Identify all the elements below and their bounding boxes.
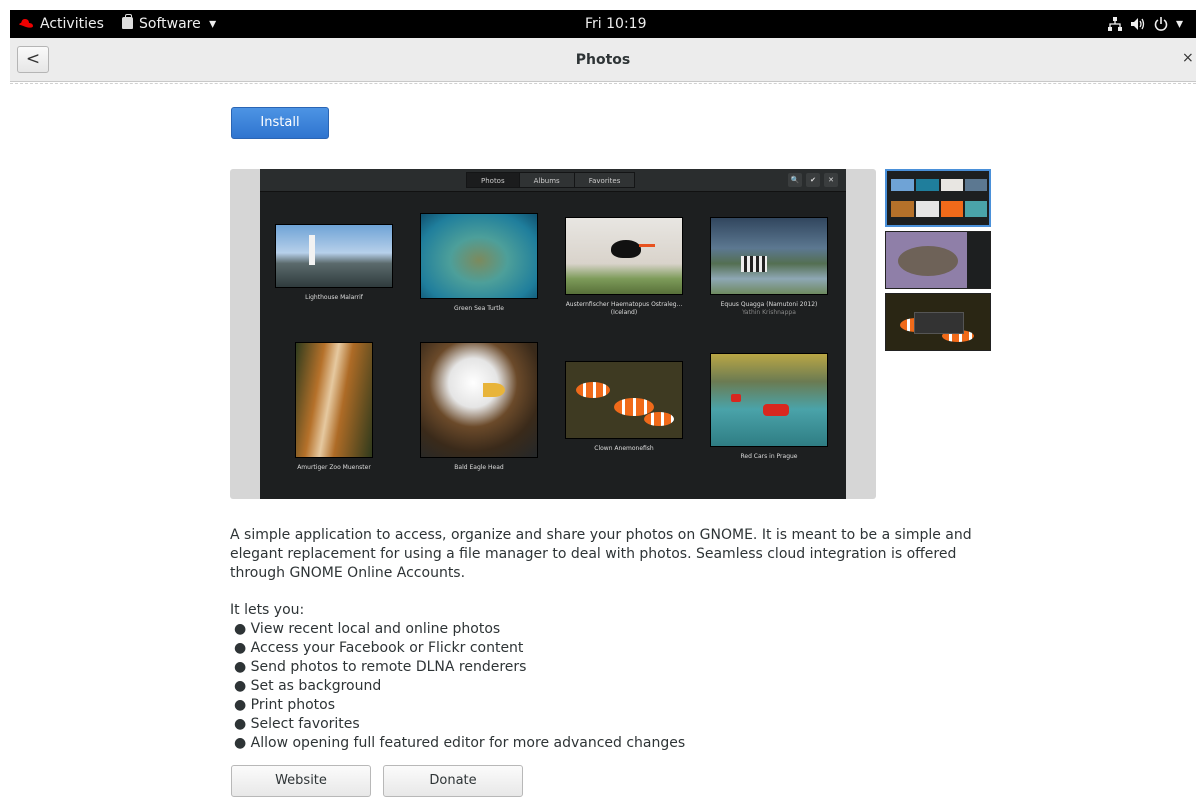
photo-sea-turtle [420, 213, 538, 299]
main-screenshot: Photos Albums Favorites 🔍 ✔ ✕ Lighthouse… [260, 169, 846, 499]
thumbnail-3[interactable] [885, 293, 991, 351]
list-item: ● Select favorites [234, 716, 360, 732]
list-item: ● Send photos to remote DLNA renderers [234, 659, 527, 675]
photo-red-cars [710, 353, 828, 447]
website-button[interactable]: Website [231, 765, 371, 797]
features-list: ● View recent local and online photos ● … [230, 620, 1010, 753]
screenshot-close-icon: ✕ [824, 173, 838, 187]
screenshot-headerbar: Photos Albums Favorites 🔍 ✔ ✕ [260, 169, 846, 192]
screenshot-tab: Favorites [573, 172, 636, 188]
photo-tiger [295, 342, 373, 458]
list-item: ● Set as background [234, 678, 382, 694]
donate-button[interactable]: Donate [383, 765, 523, 797]
details-page: Install Photos Albums Favorites 🔍 ✔ ✕ Li… [10, 85, 1196, 805]
list-item: ● View recent local and online photos [234, 621, 501, 637]
photo-caption: Clown Anemonefish [594, 445, 654, 452]
page-title: Photos [575, 52, 631, 68]
screenshot-viewer: Photos Albums Favorites 🔍 ✔ ✕ Lighthouse… [230, 169, 876, 499]
photo-tile: Red Cars in Prague [710, 353, 828, 461]
redhat-logo-icon [19, 19, 33, 28]
photo-author: Yathin Krishnappa [742, 309, 796, 316]
photo-caption: Austernfischer Haematopus Ostraleg...(Ic… [565, 301, 683, 316]
list-item: ● Print photos [234, 697, 335, 713]
features-intro: It lets you: [230, 602, 305, 618]
system-status-menu[interactable]: ▾ [1106, 10, 1196, 38]
photo-tile: Equus Quagga (Namutoni 2012) Yathin Kris… [710, 217, 828, 317]
screenshot-tab: Albums [518, 172, 575, 188]
photo-oystercatcher [565, 217, 683, 295]
app-description: A simple application to access, organize… [230, 526, 1010, 753]
photo-eagle [420, 342, 538, 458]
activities-button[interactable]: Activities [10, 10, 108, 38]
photo-tile: Amurtiger Zoo Muenster [275, 342, 393, 472]
app-menu[interactable]: Software ▾ [122, 10, 216, 38]
power-icon [1154, 17, 1168, 31]
volume-icon [1131, 18, 1145, 30]
screen-border-left [0, 0, 10, 805]
top-bar: Activities Software ▾ Fri 10:19 ▾ [10, 10, 1196, 38]
app-menu-arrow-icon: ▾ [209, 16, 217, 32]
list-item: ● Allow opening full featured editor for… [234, 735, 686, 751]
screenshot-tab: Photos [466, 172, 520, 188]
thumbnail-1[interactable] [885, 169, 991, 227]
photo-caption: Red Cars in Prague [740, 453, 798, 460]
photo-zebra [710, 217, 828, 295]
screenshot-search-icon: 🔍 [788, 173, 802, 187]
thumbnail-2[interactable] [885, 231, 991, 289]
description-paragraph: A simple application to access, organize… [230, 527, 972, 581]
screenshot-thumbnails [885, 169, 991, 355]
network-icon [1108, 17, 1122, 31]
clock[interactable]: Fri 10:19 [585, 10, 646, 38]
close-icon: × [1182, 50, 1194, 66]
status-menu-arrow-icon: ▾ [1176, 16, 1184, 32]
chevron-left-icon: < [25, 49, 41, 69]
photo-clownfish [565, 361, 683, 439]
photo-caption: Bald Eagle Head [454, 464, 504, 471]
photo-tile: Austernfischer Haematopus Ostraleg...(Ic… [565, 217, 683, 317]
photo-caption: Equus Quagga (Namutoni 2012) [720, 301, 818, 308]
photo-tile: Lighthouse Malarrif [275, 224, 393, 302]
screenshot-check-icon: ✔ [806, 173, 820, 187]
install-button[interactable]: Install [231, 107, 329, 139]
list-item: ● Access your Facebook or Flickr content [234, 640, 524, 656]
software-bag-icon [122, 14, 133, 29]
photo-lighthouse [275, 224, 393, 288]
screen-border-top [0, 0, 1196, 10]
app-menu-label: Software [139, 16, 201, 32]
activities-label: Activities [40, 16, 104, 32]
photo-caption: Green Sea Turtle [454, 305, 504, 312]
photo-caption: Lighthouse Malarrif [305, 294, 363, 301]
photo-tile: Clown Anemonefish [565, 361, 683, 453]
close-button[interactable]: × [1182, 50, 1196, 66]
photo-tile: Green Sea Turtle [420, 213, 538, 313]
header-bar: < Photos × [10, 38, 1196, 84]
photo-caption: Amurtiger Zoo Muenster [297, 464, 371, 471]
photo-tile: Bald Eagle Head [420, 342, 538, 472]
back-button[interactable]: < [17, 46, 49, 73]
